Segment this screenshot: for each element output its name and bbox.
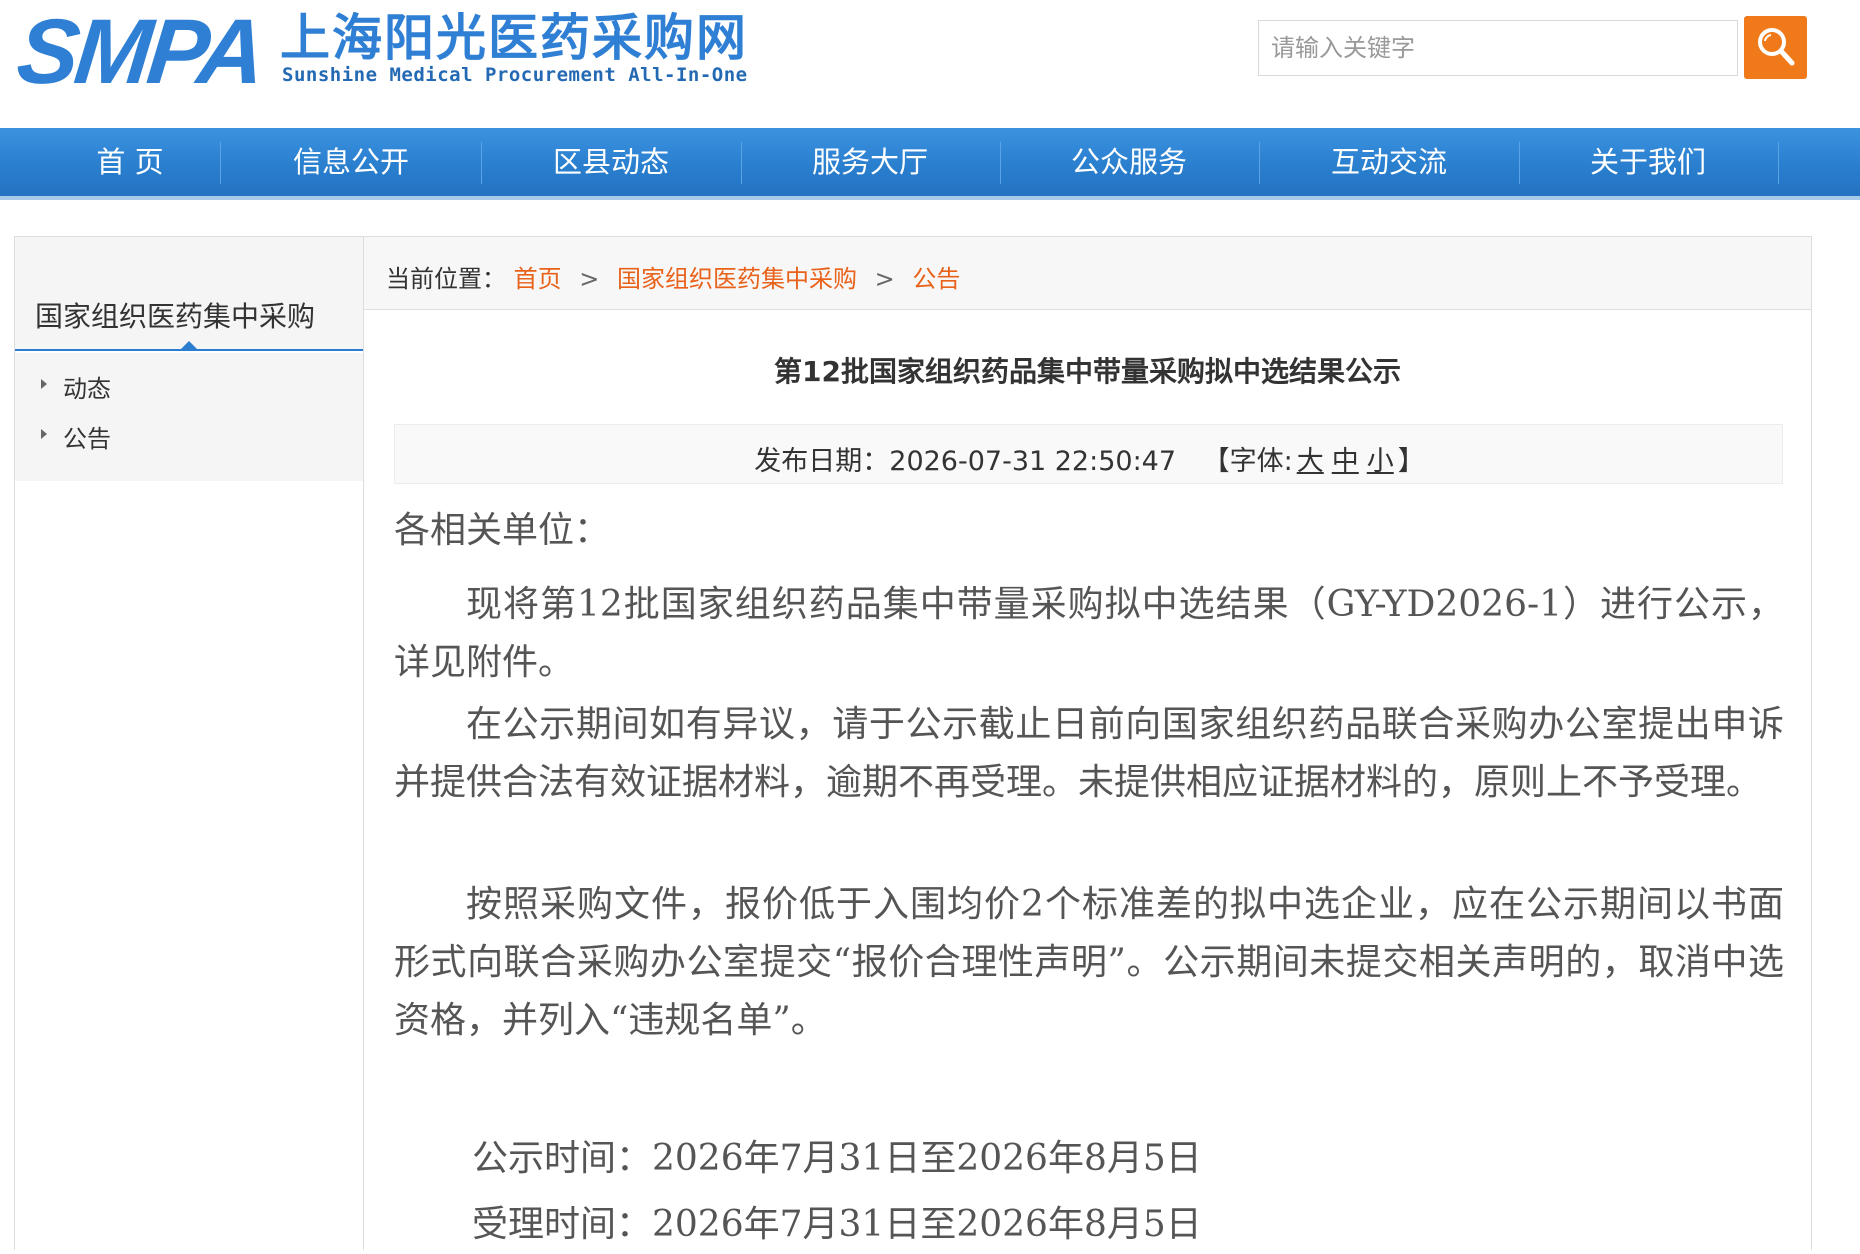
sidebar-item-announcements[interactable]: 公告 (15, 413, 363, 457)
nav-item-info-disclosure[interactable]: 信息公开 (221, 128, 481, 196)
search-input[interactable] (1259, 21, 1737, 75)
publicity-time: 公示时间：2026年7月31日至2026年8月5日 (472, 1138, 1202, 1179)
caret-up-icon (181, 341, 197, 349)
article-paragraph: 在公示期间如有异议，请于公示截止日前向国家组织药品联合采购办公室提出申诉并提供合… (394, 704, 1784, 803)
search-icon (1758, 28, 1795, 66)
triangle-right-icon (41, 429, 47, 439)
logo-abbr: SMPA (12, 1, 267, 103)
logo-chinese-title: 上海阳光医药采购网 (280, 8, 748, 67)
acceptance-time: 受理时间：2026年7月31日至2026年8月5日 (472, 1204, 1202, 1245)
sidebar-menu: 动态 公告 (15, 353, 363, 481)
breadcrumb-prefix: 当前位置： (386, 265, 506, 293)
breadcrumb-separator: > (579, 265, 600, 293)
article-paragraph: 按照采购文件，报价低于入围均价2个标准差的拟中选企业，应在公示期间以书面形式向联… (394, 884, 1784, 1041)
nav-item-service-hall[interactable]: 服务大厅 (740, 128, 1000, 196)
font-size-label-close: 】 (1397, 446, 1425, 477)
nav-item-interaction[interactable]: 互动交流 (1259, 128, 1519, 196)
nav-item-about-us[interactable]: 关于我们 (1518, 128, 1778, 196)
nav-item-district-news[interactable]: 区县动态 (481, 128, 741, 196)
breadcrumb-category-link[interactable]: 国家组织医药集中采购 (617, 265, 857, 293)
breadcrumb: 当前位置： 首页 > 国家组织医药集中采购 > 公告 (364, 237, 1811, 310)
breadcrumb-current-link[interactable]: 公告 (912, 265, 960, 293)
article-paragraph: 现将第12批国家组织药品集中带量采购拟中选结果（GY-YD2026-1）进行公示… (394, 584, 1784, 683)
triangle-right-icon (41, 379, 47, 389)
sidebar-item-label: 动态 (63, 375, 111, 403)
font-size-small-link[interactable]: 小 (1363, 446, 1398, 477)
sidebar: 国家组织医药集中采购 动态 公告 (15, 237, 363, 1250)
main-nav: 首 页 信息公开 区县动态 服务大厅 公众服务 互动交流 关于我们 (0, 128, 1860, 200)
site-logo[interactable]: SMPA 上海阳光医药采购网 Sunshine Medical Procurem… (13, 1, 778, 103)
article-title: 第12批国家组织药品集中带量采购拟中选结果公示 (774, 355, 1401, 388)
sidebar-item-news[interactable]: 动态 (15, 363, 363, 407)
sidebar-item-label: 公告 (63, 425, 111, 453)
sidebar-title: 国家组织医药集中采购 (35, 300, 316, 333)
font-size-large-link[interactable]: 大 (1293, 446, 1328, 477)
site-header: SMPA 上海阳光医药采购网 Sunshine Medical Procurem… (0, 0, 1860, 128)
article-meta: 发布日期：2026-07-31 22:50:47 【字体: 大中小】 (394, 424, 1783, 484)
logo-english-title: Sunshine Medical Procurement All-In-One (282, 64, 748, 86)
search-button[interactable] (1744, 16, 1807, 79)
nav-divider (1778, 142, 1779, 184)
breadcrumb-separator: > (874, 265, 895, 293)
publish-date: 发布日期：2026-07-31 22:50:47 (754, 446, 1177, 477)
nav-item-public-service[interactable]: 公众服务 (999, 128, 1259, 196)
font-size-medium-link[interactable]: 中 (1328, 446, 1363, 477)
search-box (1258, 20, 1738, 76)
font-size-label-open: 【字体: (1202, 446, 1293, 477)
salutation: 各相关单位： (394, 510, 611, 551)
breadcrumb-home-link[interactable]: 首页 (514, 265, 562, 293)
sidebar-header: 国家组织医药集中采购 (15, 237, 363, 351)
